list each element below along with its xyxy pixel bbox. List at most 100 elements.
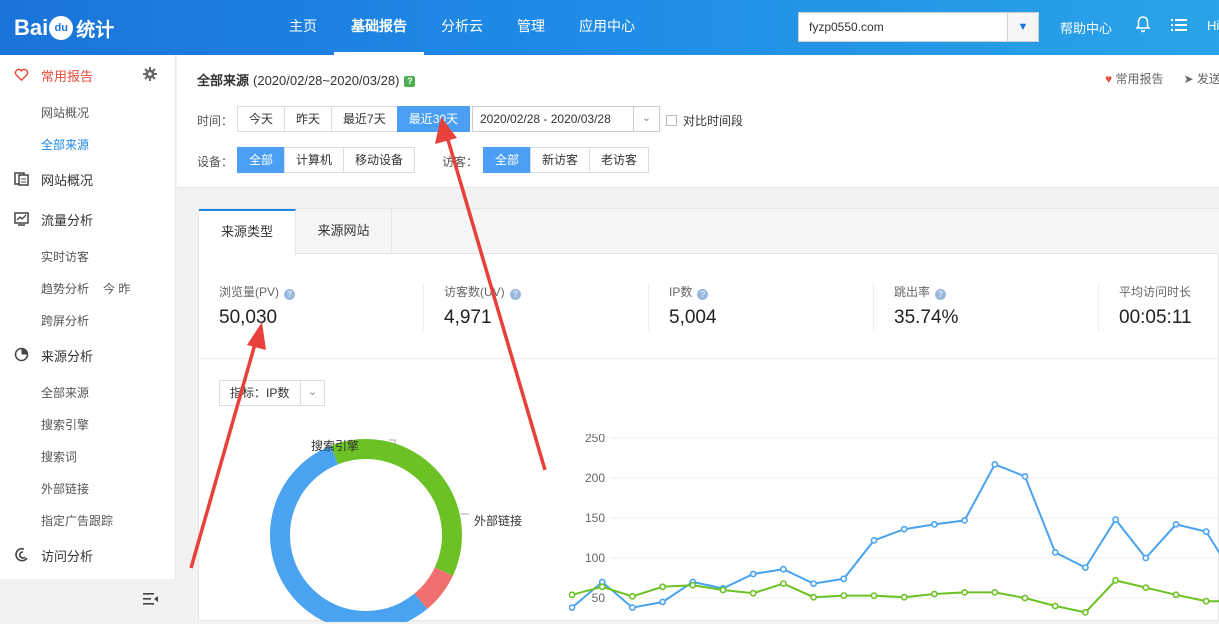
data-point[interactable] xyxy=(779,580,787,587)
data-point[interactable] xyxy=(569,604,576,611)
data-point[interactable] xyxy=(629,604,636,611)
sidebar-item-realtime[interactable]: 实时访客 xyxy=(41,248,89,265)
nav-analytics-cloud[interactable]: 分析云 xyxy=(424,0,500,55)
data-point[interactable] xyxy=(1172,521,1180,528)
chevron-down-icon[interactable]: ⌄ xyxy=(300,381,324,405)
time-today-button[interactable]: 今天 xyxy=(237,106,286,132)
sidebar-item-external-links[interactable]: 外部链接 xyxy=(41,480,89,497)
nav-basic-report[interactable]: 基础报告 xyxy=(334,0,424,55)
nav-home[interactable]: 主页 xyxy=(272,0,334,55)
sidebar-item-ad-tracking[interactable]: 指定广告跟踪 xyxy=(41,512,113,529)
data-point[interactable] xyxy=(719,586,727,594)
nav-manage[interactable]: 管理 xyxy=(500,0,562,55)
send-report-link[interactable]: ➤ 发送 xyxy=(1183,70,1219,87)
site-select[interactable]: fyzp0550.com ▼ xyxy=(798,12,1039,42)
nav-app-center[interactable]: 应用中心 xyxy=(562,0,652,55)
indicator-select[interactable]: 指标：IP数 ⌄ xyxy=(219,380,325,406)
data-point[interactable] xyxy=(1112,516,1119,523)
chevron-down-icon[interactable]: ⌄ xyxy=(633,107,659,131)
device-all-button[interactable]: 全部 xyxy=(237,147,286,173)
data-point[interactable] xyxy=(930,521,938,528)
visitor-returning-button[interactable]: 老访客 xyxy=(589,147,650,173)
data-point[interactable] xyxy=(1021,473,1029,480)
data-point[interactable] xyxy=(991,588,999,596)
help-icon[interactable]: ? xyxy=(284,289,296,300)
data-point[interactable] xyxy=(598,583,606,591)
tab-source-site[interactable]: 来源网站 xyxy=(296,209,392,254)
today-yesterday-shortcut[interactable]: 今 昨 xyxy=(103,282,130,296)
data-point[interactable] xyxy=(689,581,697,589)
data-point[interactable] xyxy=(779,565,787,573)
donut-slice[interactable] xyxy=(270,445,428,622)
sidebar-item-search-terms[interactable]: 搜索词 xyxy=(41,448,77,465)
chevron-down-icon[interactable]: ▼ xyxy=(1007,13,1038,41)
data-point[interactable] xyxy=(1202,597,1210,605)
data-point[interactable] xyxy=(659,598,666,606)
date-range-picker[interactable]: 2020/02/28 - 2020/03/28 ⌄ xyxy=(472,106,660,132)
compare-period-checkbox[interactable]: 对比时间段 xyxy=(666,112,743,129)
help-badge-icon[interactable]: ? xyxy=(404,76,416,87)
sidebar-group-favorites[interactable]: 常用报告 xyxy=(0,57,176,93)
data-point[interactable] xyxy=(870,592,878,599)
list-menu-icon[interactable] xyxy=(1171,17,1187,33)
data-point[interactable] xyxy=(749,589,757,597)
sidebar-group-sources[interactable]: 来源分析 xyxy=(0,337,176,373)
main-content: 全部来源 (2020/02/28~2020/03/28)? ♥ 常用报告 ➤ 发送… xyxy=(177,55,1219,622)
sidebar-group-traffic[interactable]: 流量分析 xyxy=(0,201,176,237)
time-yesterday-button[interactable]: 昨天 xyxy=(284,106,333,132)
user-greeting[interactable]: Hi xyxy=(1207,18,1219,33)
data-point[interactable] xyxy=(749,570,757,578)
data-point[interactable] xyxy=(1051,549,1059,556)
data-point[interactable] xyxy=(961,517,968,524)
device-mobile-button[interactable]: 移动设备 xyxy=(343,147,416,173)
data-point[interactable] xyxy=(1021,594,1029,602)
sidebar-group-overview[interactable]: 网站概况 xyxy=(0,161,176,197)
data-point[interactable] xyxy=(900,525,908,533)
add-favorite-link[interactable]: ♥ 常用报告 xyxy=(1105,70,1163,87)
checkbox-icon[interactable] xyxy=(666,115,677,126)
data-point[interactable] xyxy=(1082,564,1089,571)
sidebar-item-search-engine[interactable]: 搜索引擎 xyxy=(41,416,89,433)
data-point[interactable] xyxy=(840,575,848,583)
collapse-sidebar-icon[interactable] xyxy=(143,592,159,606)
sidebar-item-site-overview[interactable]: 网站概况 xyxy=(41,104,89,121)
data-point[interactable] xyxy=(1082,608,1089,616)
data-point[interactable] xyxy=(1142,584,1150,591)
y-tick-label: 250 xyxy=(585,434,605,445)
sidebar-group-visits[interactable]: 访问分析 xyxy=(0,537,176,573)
data-point[interactable] xyxy=(1142,554,1150,562)
bell-icon[interactable] xyxy=(1135,15,1151,33)
data-point[interactable] xyxy=(870,537,878,544)
gear-icon[interactable] xyxy=(143,67,157,81)
baidu-tongji-logo[interactable]: Bai du 统计 xyxy=(14,12,114,44)
sidebar-item-all-sources-2[interactable]: 全部来源 xyxy=(41,384,89,401)
data-point[interactable] xyxy=(1172,591,1180,599)
tab-source-type[interactable]: 来源类型 xyxy=(199,209,296,255)
visitor-all-button[interactable]: 全部 xyxy=(483,147,532,173)
donut-slice[interactable] xyxy=(330,439,462,576)
data-point[interactable] xyxy=(900,593,908,601)
sidebar-item-all-sources[interactable]: 全部来源 xyxy=(41,136,89,153)
data-point[interactable] xyxy=(840,592,848,599)
data-point[interactable] xyxy=(810,593,817,601)
help-icon[interactable]: ? xyxy=(935,289,947,300)
sidebar-item-trend[interactable]: 趋势分析今 昨 xyxy=(41,280,130,297)
data-point[interactable] xyxy=(810,580,817,587)
data-point[interactable] xyxy=(930,590,938,598)
data-point[interactable] xyxy=(1202,528,1210,535)
visitor-new-button[interactable]: 新访客 xyxy=(530,147,591,173)
help-icon[interactable]: ? xyxy=(697,289,709,300)
data-point[interactable] xyxy=(961,588,968,596)
data-point[interactable] xyxy=(659,583,666,591)
data-point[interactable] xyxy=(569,591,576,599)
time-7days-button[interactable]: 最近7天 xyxy=(331,106,398,132)
data-point[interactable] xyxy=(991,460,999,468)
data-point[interactable] xyxy=(629,592,636,600)
time-30days-button[interactable]: 最近30天 xyxy=(396,106,471,132)
device-computer-button[interactable]: 计算机 xyxy=(284,147,345,173)
help-center-link[interactable]: 帮助中心 xyxy=(1060,18,1112,37)
data-point[interactable] xyxy=(1051,602,1059,610)
data-point[interactable] xyxy=(1112,576,1119,584)
help-icon[interactable]: ? xyxy=(509,289,521,300)
sidebar-item-cross-screen[interactable]: 跨屏分析 xyxy=(41,312,89,329)
